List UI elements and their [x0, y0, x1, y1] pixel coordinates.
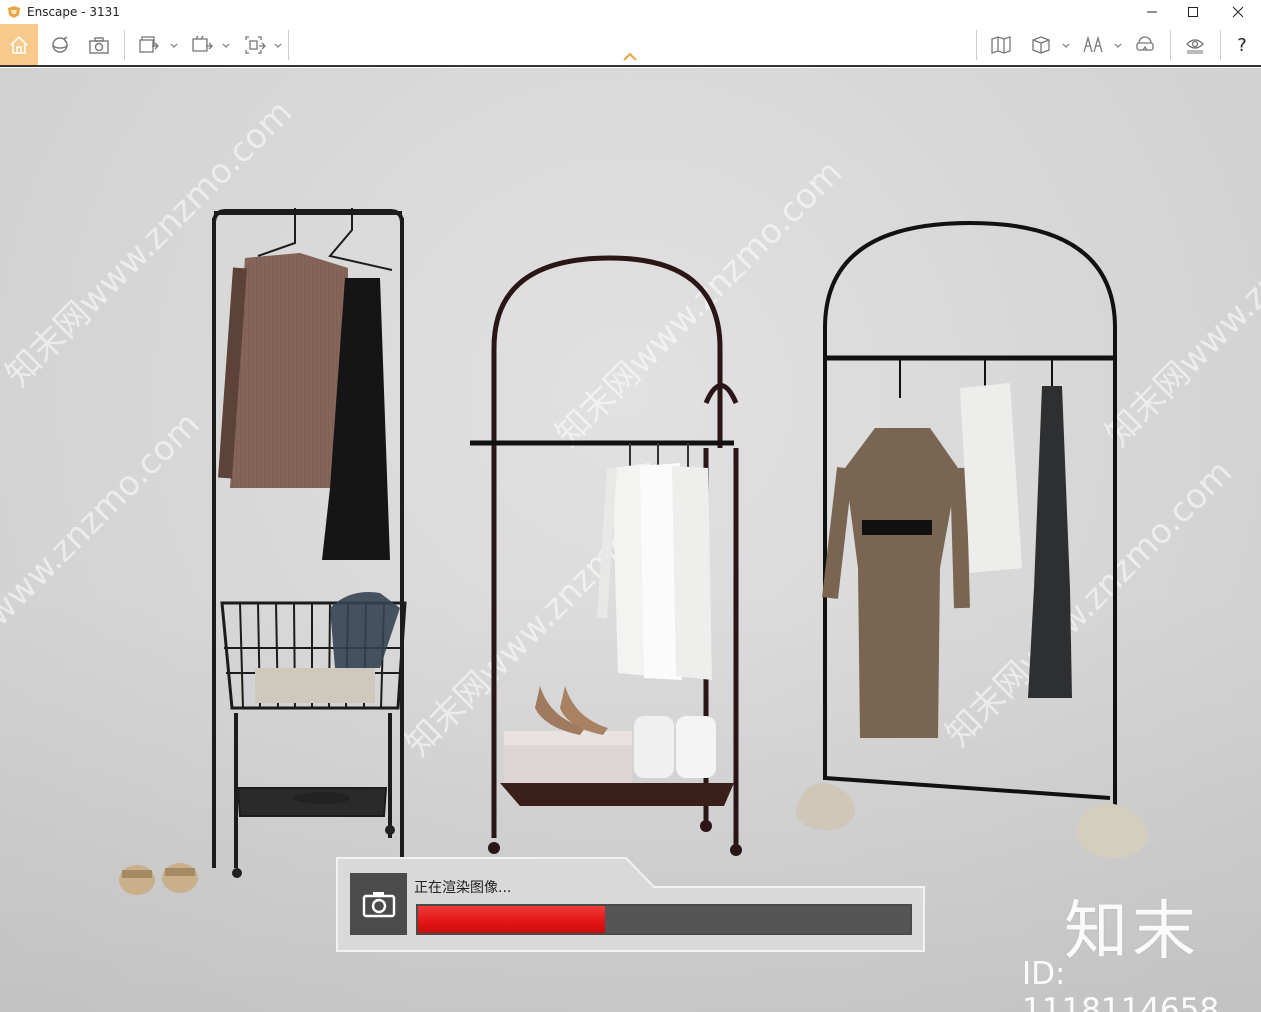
chevron-down-icon[interactable] [170, 43, 178, 49]
svg-text:知末网www.znzmo.com: 知末网www.znzmo.com [548, 152, 850, 454]
map-button[interactable] [986, 27, 1016, 63]
maximize-icon [1188, 7, 1198, 17]
home-icon [10, 35, 28, 54]
chevron-down-icon[interactable] [274, 43, 282, 49]
toolbar-separator [1170, 30, 1171, 60]
render-progress-bar [416, 904, 912, 935]
camera-badge [350, 873, 407, 935]
batch-render-icon [139, 36, 159, 53]
panorama-export-icon [245, 36, 266, 54]
camera-icon [362, 892, 395, 918]
screenshot-button[interactable] [84, 27, 114, 63]
video-export-button[interactable] [186, 27, 218, 63]
title-bar: Enscape - 3131 [0, 0, 1261, 24]
toolbar-separator [976, 30, 977, 60]
render-progress-fill [418, 906, 605, 933]
asset-library-icon [1032, 36, 1050, 54]
orbit-icon [52, 36, 68, 53]
enscape-logo-icon [8, 6, 20, 18]
close-icon [1232, 6, 1244, 18]
views-button[interactable] [1078, 27, 1108, 63]
toolbar-separator [124, 30, 125, 60]
screenshot-icon [89, 37, 109, 54]
map-icon [991, 36, 1011, 54]
asset-library-button[interactable] [1026, 27, 1056, 63]
chevron-down-icon[interactable] [1114, 43, 1122, 49]
views-icon [1083, 35, 1103, 53]
chevron-down-icon[interactable] [1062, 43, 1070, 49]
render-status-text: 正在渲染图像... [414, 880, 512, 896]
render-viewport[interactable]: 知末网www.znzmo.com 知末网www.znzmo.com 知末网www… [0, 68, 1261, 1012]
visual-settings-button[interactable] [1180, 27, 1210, 63]
render-progress-dialog: 正在渲染图像... [336, 857, 926, 953]
toolbar-separator [1220, 30, 1221, 60]
toolbar-separator [288, 30, 289, 60]
minimize-button[interactable] [1129, 0, 1175, 24]
video-export-icon [192, 35, 213, 52]
panorama-export-button[interactable] [240, 27, 270, 63]
chevron-down-icon[interactable] [222, 43, 230, 49]
help-button[interactable]: ? [1228, 27, 1256, 63]
minimize-icon [1147, 11, 1157, 13]
orbit-button[interactable] [46, 27, 74, 63]
visual-settings-icon [1186, 39, 1204, 54]
batch-render-button[interactable] [134, 27, 164, 63]
maximize-button[interactable] [1170, 0, 1216, 24]
main-toolbar: ? [0, 24, 1261, 67]
close-button[interactable] [1215, 0, 1261, 24]
home-button[interactable] [0, 24, 38, 65]
vr-headset-icon [1136, 36, 1154, 51]
watermark-id: ID: 1118114658 [1022, 956, 1220, 1012]
window-title: Enscape - 3131 [27, 5, 120, 19]
vr-headset-button[interactable] [1130, 27, 1160, 63]
chevron-up-icon[interactable] [622, 52, 638, 62]
rack-middle [470, 255, 742, 856]
svg-text:知末网www.znzmo.com: 知末网www.znzmo.com [1098, 152, 1261, 454]
